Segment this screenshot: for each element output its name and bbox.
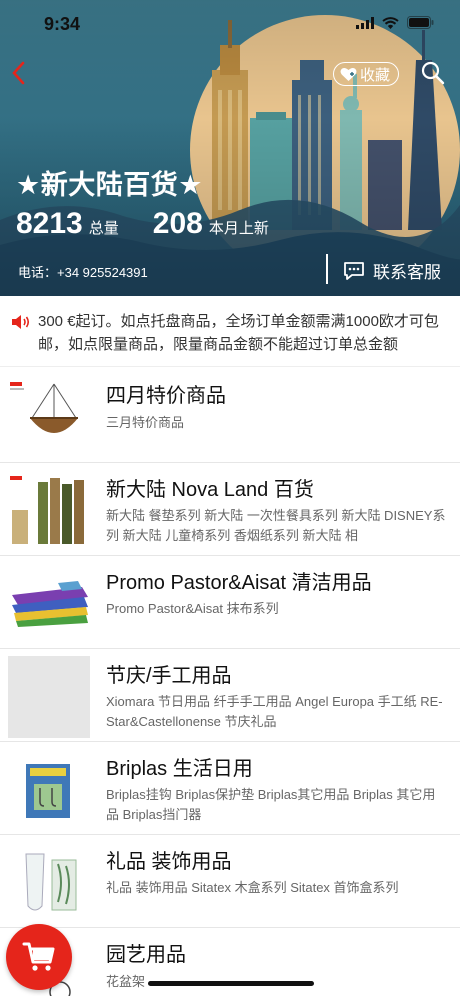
contact-label: 联系客服 — [373, 263, 441, 282]
store-name: ★新大陆百货★ — [16, 170, 203, 200]
header-divider — [326, 254, 328, 284]
placemat-rolls-image — [8, 470, 90, 552]
search-button[interactable] — [420, 60, 446, 86]
category-title: 礼品 装饰用品 — [106, 851, 232, 873]
search-icon — [421, 61, 445, 85]
category-subtitle: 新大陆 餐垫系列 新大陆 一次性餐具系列 新大陆 DISNEY系列 新大陆 儿童… — [106, 508, 446, 543]
category-item[interactable]: Briplas 生活日用 Briplas挂钩 Briplas保护垫 Bripla… — [0, 742, 460, 835]
hooks-package-image — [8, 748, 90, 830]
category-thumbnail — [8, 748, 90, 830]
new-count: 208 — [152, 207, 203, 240]
category-thumbnail — [8, 374, 90, 456]
notice-text: 300 €起订。如点托盘商品，全场订单金额需满1000欧才可包邮，如点限量商品，… — [38, 313, 439, 353]
category-title: 园艺用品 — [106, 944, 186, 966]
notice-banner: 300 €起订。如点托盘商品，全场订单金额需满1000欧才可包邮，如点限量商品，… — [0, 296, 460, 366]
status-bar: 9:34 — [0, 0, 460, 50]
category-title: 节庆/手工用品 — [106, 665, 232, 687]
heart-plus-icon — [340, 67, 357, 81]
total-label: 总量 — [88, 220, 119, 237]
total-count: 8213 — [16, 207, 83, 240]
battery-icon — [407, 16, 434, 29]
hanging-basket-image — [8, 374, 90, 456]
wifi-icon — [382, 16, 399, 29]
status-icons — [356, 16, 434, 29]
category-subtitle: Briplas挂钩 Briplas保护垫 Briplas其它用品 Briplas… — [106, 787, 436, 822]
favorite-button[interactable]: 收藏 — [333, 62, 400, 86]
new-label: 本月上新 — [208, 220, 269, 237]
speaker-icon — [12, 315, 30, 329]
category-title: 四月特价商品 — [106, 385, 226, 407]
category-title: Promo Pastor&Aisat 清洁用品 — [106, 572, 372, 594]
store-stats: 8213 总量 208 本月上新 — [16, 207, 303, 241]
back-button[interactable] — [6, 58, 30, 88]
store-header: 9:34 收藏 ★新大陆百货★ 8213 总量 208 本月上新 电话：+34 … — [0, 0, 460, 296]
category-item[interactable]: 新大陆 Nova Land 百货 新大陆 餐垫系列 新大陆 一次性餐具系列 新大… — [0, 463, 460, 556]
category-thumbnail — [8, 842, 90, 924]
category-subtitle: Promo Pastor&Aisat 抹布系列 — [106, 601, 279, 616]
category-title: 新大陆 Nova Land 百货 — [106, 479, 314, 501]
category-subtitle: Xiomara 节日用品 纤手手工用品 Angel Europa 手工纸 RE-… — [106, 694, 443, 729]
category-thumbnail-placeholder — [8, 656, 90, 738]
status-time: 9:34 — [44, 14, 81, 34]
cleaning-cloths-image — [8, 561, 90, 643]
category-item[interactable]: 四月特价商品 三月特价商品 — [0, 367, 460, 463]
category-list: 四月特价商品 三月特价商品 新大陆 Nova Land 百货 新大陆 餐垫系列 … — [0, 367, 460, 996]
chevron-left-icon — [12, 61, 25, 85]
home-indicator — [148, 981, 314, 986]
category-title: Briplas 生活日用 — [106, 758, 253, 780]
favorite-label: 收藏 — [360, 66, 391, 84]
chat-bubble-icon — [344, 261, 364, 280]
contact-support-button[interactable]: 联系客服 — [343, 258, 441, 283]
store-phone[interactable]: 电话：+34 925524391 — [18, 262, 148, 281]
category-thumbnail — [8, 470, 90, 552]
category-subtitle: 礼品 装饰用品 Sitatex 木盒系列 Sitatex 首饰盒系列 — [106, 880, 399, 895]
category-item[interactable]: Promo Pastor&Aisat 清洁用品 Promo Pastor&Ais… — [0, 556, 460, 649]
signal-icon — [356, 16, 374, 29]
category-thumbnail — [8, 561, 90, 643]
glass-vase-image — [8, 842, 90, 924]
shopping-cart-icon — [22, 942, 55, 971]
cart-button[interactable] — [6, 924, 72, 990]
category-item[interactable]: 礼品 装饰用品 礼品 装饰用品 Sitatex 木盒系列 Sitatex 首饰盒… — [0, 835, 460, 928]
category-item[interactable]: 节庆/手工用品 Xiomara 节日用品 纤手手工用品 Angel Europa… — [0, 649, 460, 742]
category-subtitle: 三月特价商品 — [106, 415, 185, 430]
